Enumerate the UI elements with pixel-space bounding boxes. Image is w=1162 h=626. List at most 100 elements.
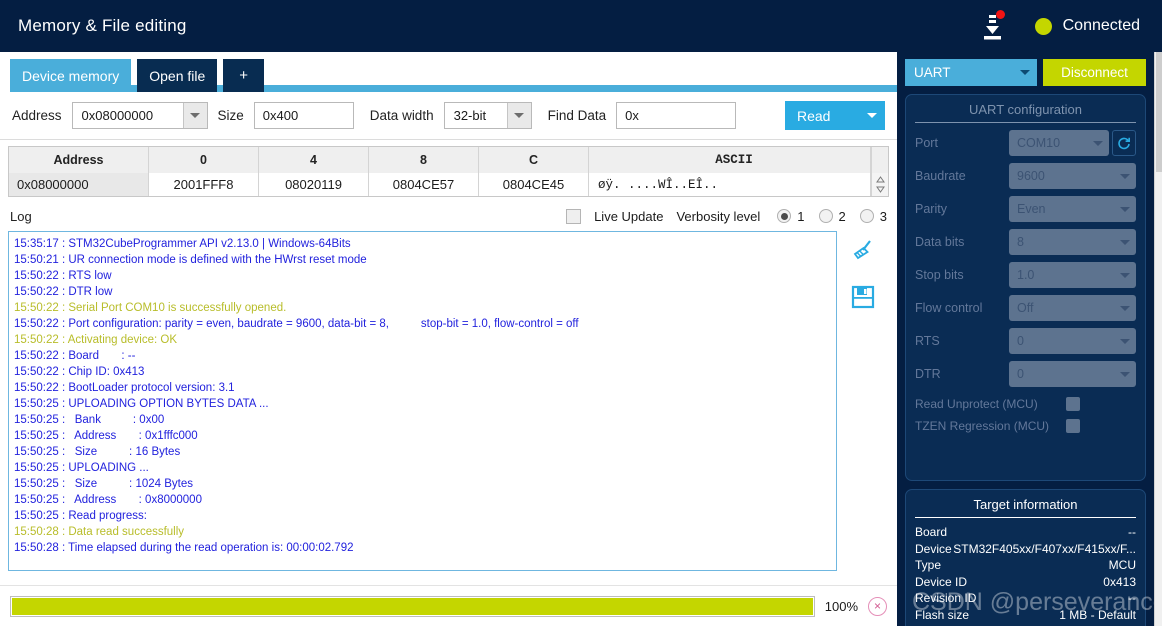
- uart-checkbox-row: Read Unprotect (MCU): [915, 393, 1136, 415]
- table-row[interactable]: 0x08000000 2001FFF8 08020119 0804CE57 08…: [9, 173, 888, 196]
- cell-ascii: øÿ. ....WÎ..EÎ..: [589, 173, 871, 196]
- cell-word-c: 0804CE45: [479, 173, 589, 196]
- uart-field-label: Parity: [915, 202, 947, 216]
- verbosity-radio-1[interactable]: [777, 209, 792, 223]
- uart-field-value: 9600: [1017, 169, 1045, 183]
- verbosity-option-3-label: 3: [879, 208, 887, 224]
- page-title: Memory & File editing: [18, 16, 187, 35]
- target-info-row: Board --: [915, 524, 1136, 541]
- target-info-key: Device ID: [915, 574, 968, 589]
- page-scrollbar[interactable]: [1154, 52, 1162, 626]
- page-scrollbar-thumb[interactable]: [1156, 52, 1162, 172]
- log-line: 15:50:22 : Port configuration: parity = …: [14, 318, 579, 330]
- tab-add-new[interactable]: +: [223, 59, 265, 92]
- uart-field-row: Stop bits 1.0: [915, 261, 1136, 289]
- download-install-icon[interactable]: [975, 9, 1009, 43]
- uart-checkbox[interactable]: [1066, 419, 1080, 433]
- memory-scrollbar[interactable]: [871, 173, 888, 196]
- memory-table-header: Address 0 4 8 C ASCII: [9, 147, 888, 173]
- read-button[interactable]: Read: [785, 101, 885, 130]
- target-info-row: Type MCU: [915, 557, 1136, 574]
- log-line: 15:50:22 : Chip ID: 0x413: [14, 366, 145, 378]
- verbosity-radio-3[interactable]: [859, 209, 874, 223]
- chevron-down-icon: [1087, 140, 1109, 146]
- chevron-down-icon: [867, 113, 877, 118]
- uart-checkbox-list: Read Unprotect (MCU) TZEN Regression (MCU…: [915, 393, 1136, 437]
- tab-device-memory[interactable]: Device memory: [10, 59, 132, 92]
- tab-open-file[interactable]: Open file: [137, 59, 218, 92]
- interface-select[interactable]: UART: [905, 59, 1037, 86]
- log-label: Log: [10, 208, 32, 224]
- target-info-value: STM32F405xx/F407xx/F415xx/F...: [953, 541, 1136, 556]
- connection-status-label: Connected: [1062, 17, 1140, 34]
- target-info-key: Device: [915, 541, 952, 556]
- broom-icon[interactable]: [850, 239, 876, 270]
- disconnect-button[interactable]: Disconnect: [1043, 59, 1146, 86]
- chevron-down-icon: [190, 113, 201, 118]
- log-line: 15:35:17 : STM32CubeProgrammer API v2.13…: [14, 238, 351, 250]
- log-line: 15:50:22 : DTR low: [14, 286, 113, 298]
- uart-field-select[interactable]: Even: [1009, 196, 1136, 222]
- target-info-list: Board -- Device STM32F405xx/F407xx/F415xx/F…: [915, 524, 1136, 626]
- scroll-updown-icon: [875, 176, 885, 193]
- uart-field-select[interactable]: 0: [1009, 328, 1136, 354]
- cancel-button[interactable]: ×: [868, 596, 887, 616]
- target-info-value: --: [1128, 591, 1136, 606]
- verbosity-radio-2[interactable]: [818, 209, 833, 223]
- floppy-disk-icon[interactable]: [850, 284, 876, 315]
- interface-dropdown-arrow[interactable]: [1013, 70, 1037, 75]
- refresh-icon[interactable]: [1112, 130, 1136, 156]
- log-output[interactable]: 15:35:17 : STM32CubeProgrammer API v2.13…: [8, 231, 838, 571]
- uart-field-label: Baudrate: [915, 169, 966, 183]
- log-controls: Log Live Update Verbosity level 1 2 3: [0, 201, 897, 231]
- log-line: 15:50:25 : Address : 0x8000000: [14, 494, 202, 506]
- uart-field-row: Baudrate 9600: [915, 162, 1136, 190]
- status-bar: 100% ×: [0, 585, 897, 626]
- target-info-key: Flash size: [915, 607, 970, 622]
- progress-percent-label: 100%: [824, 598, 858, 614]
- find-data-label: Find Data: [547, 108, 607, 123]
- progress-bar: [10, 595, 815, 617]
- memory-toolbar: Address 0x08000000 Size Data width 32-bi…: [0, 92, 897, 140]
- uart-field-select[interactable]: 0: [1009, 361, 1136, 387]
- chevron-down-icon: [514, 113, 525, 118]
- tab-bar: Device memory Open file +: [0, 52, 897, 92]
- uart-field-select[interactable]: 9600: [1009, 163, 1136, 189]
- data-width-select[interactable]: 32-bit: [443, 102, 532, 129]
- uart-field-label: Stop bits: [915, 268, 964, 282]
- address-dropdown-arrow[interactable]: [182, 103, 207, 128]
- live-update-checkbox[interactable]: [566, 208, 582, 224]
- uart-field-value: 0: [1017, 334, 1024, 348]
- uart-field-select[interactable]: COM10: [1009, 130, 1109, 156]
- size-input[interactable]: [253, 102, 354, 129]
- data-width-value: 32-bit: [453, 108, 487, 123]
- log-line: 15:50:22 : Activating device: OK: [14, 334, 178, 346]
- uart-field-row: RTS 0: [915, 327, 1136, 355]
- data-width-dropdown-arrow[interactable]: [506, 103, 531, 128]
- column-header-ascii: ASCII: [589, 147, 871, 173]
- target-info-key: Type: [915, 558, 942, 573]
- find-data-input[interactable]: [616, 102, 737, 129]
- uart-field-label: Flow control: [915, 301, 983, 315]
- target-info-row: Device ID 0x413: [915, 574, 1136, 591]
- target-info-value: --: [1128, 525, 1136, 540]
- uart-field-select[interactable]: Off: [1009, 295, 1136, 321]
- uart-field-row: Parity Even: [915, 195, 1136, 223]
- log-line: 15:50:21 : UR connection mode is defined…: [14, 254, 367, 266]
- uart-fields-list: Port COM10 Baudrate 9600 Parity Even Data bits…: [915, 129, 1136, 388]
- live-update-label: Live Update: [594, 208, 664, 224]
- uart-field-row: Port COM10: [915, 129, 1136, 157]
- read-button-label: Read: [797, 107, 831, 124]
- progress-bar-fill: [12, 597, 813, 615]
- interface-value: UART: [914, 65, 951, 80]
- address-input[interactable]: 0x08000000: [71, 102, 208, 129]
- uart-field-select[interactable]: 1.0: [1009, 262, 1136, 288]
- target-info-row: Revision ID --: [915, 590, 1136, 607]
- uart-field-select[interactable]: 8: [1009, 229, 1136, 255]
- connection-status: Connected: [1034, 17, 1140, 35]
- read-dropdown-arrow[interactable]: [859, 113, 885, 118]
- log-line: 15:50:22 : Board : --: [14, 350, 136, 362]
- chevron-down-icon: [1114, 272, 1136, 278]
- uart-field-row: Flow control Off: [915, 294, 1136, 322]
- uart-checkbox[interactable]: [1066, 397, 1080, 411]
